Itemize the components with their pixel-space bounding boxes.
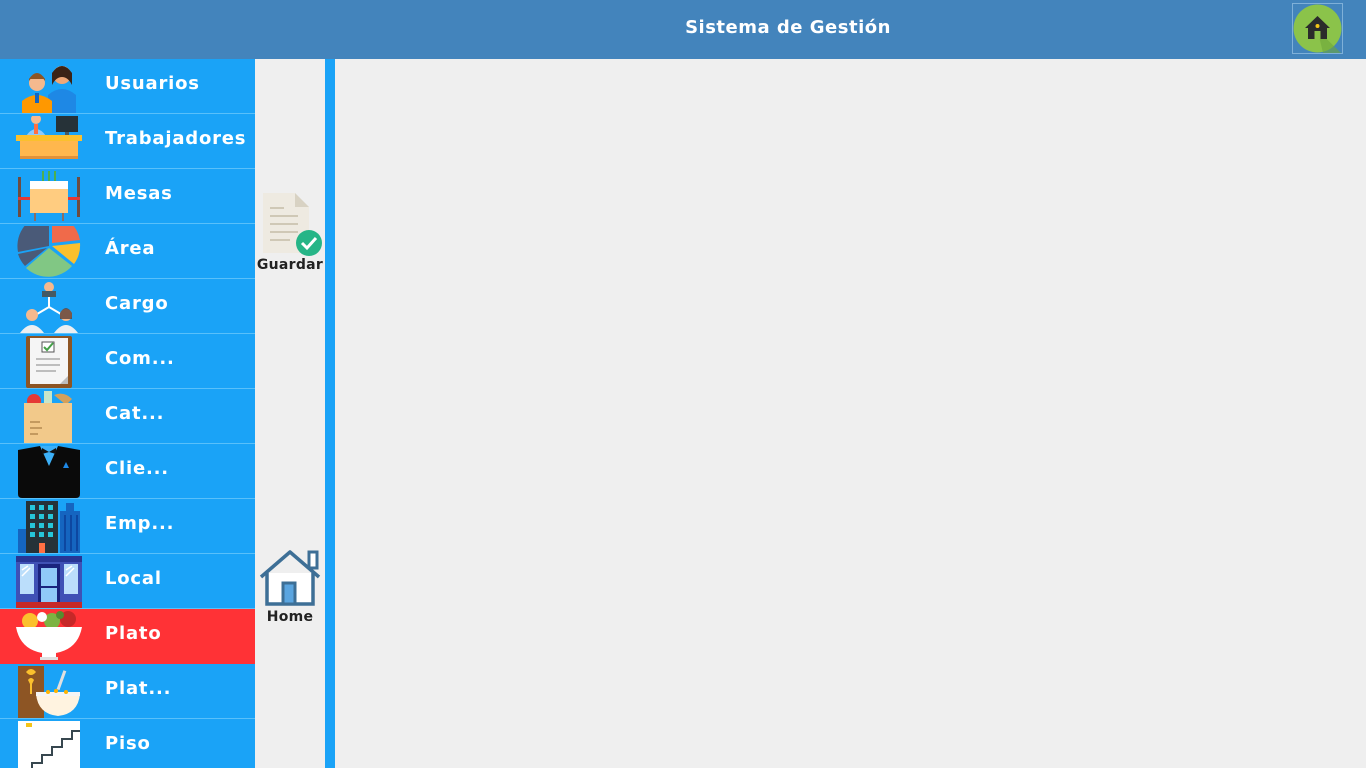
sidebar-item-emp[interactable]: Emp... <box>0 499 255 554</box>
sidebar-item-label: Com... <box>105 348 175 369</box>
sidebar-item-label: Clie... <box>105 458 169 479</box>
home-icon <box>1293 4 1342 53</box>
save-button-label: Guardar <box>256 257 324 273</box>
buildings-icon <box>18 501 80 553</box>
home-button[interactable]: Home <box>255 549 325 625</box>
sidebar-item-label: Trabajadores <box>105 128 247 149</box>
document-check-icon <box>263 193 322 256</box>
sidebar-item-label: Usuarios <box>105 73 200 94</box>
cereal-bowl-icon <box>18 666 80 718</box>
sidebar-item-mesas[interactable]: Mesas <box>0 169 255 224</box>
sidebar-item-label: Mesas <box>105 183 173 204</box>
sidebar-item-cat[interactable]: Cat... <box>0 389 255 444</box>
sidebar-item-label: Emp... <box>105 513 175 534</box>
sidebar-item-plat[interactable]: Plat... <box>0 664 255 719</box>
sidebar-item-area[interactable]: Área <box>0 224 255 279</box>
panel-divider <box>325 59 335 768</box>
sidebar-item-local[interactable]: Local <box>0 554 255 609</box>
sidebar-item-label: Local <box>105 568 162 589</box>
sidebar-item-label: Plat... <box>105 678 172 699</box>
clipboard-icon <box>26 336 72 388</box>
sidebar-item-label: Cargo <box>105 293 169 314</box>
desk-worker-icon <box>16 116 82 159</box>
app-title: Sistema de Gestión <box>685 17 891 38</box>
sidebar-item-com[interactable]: Com... <box>0 334 255 389</box>
dining-table-icon <box>18 171 80 221</box>
grocery-bag-icon <box>24 391 72 443</box>
sidebar-item-piso[interactable]: Piso <box>0 719 255 768</box>
sidebar-item-label: Área <box>105 238 156 259</box>
header-home-button[interactable] <box>1292 3 1343 54</box>
sidebar-item-trabajadores[interactable]: Trabajadores <box>0 114 255 169</box>
sidebar-menu: Usuarios Trabajadores Mesas Área Cargo C… <box>0 59 255 768</box>
salad-bowl-icon <box>16 611 82 660</box>
sidebar-item-label: Cat... <box>105 403 165 424</box>
tuxedo-icon <box>18 446 80 498</box>
stairs-icon <box>18 721 80 768</box>
home-button-label: Home <box>266 609 314 625</box>
sidebar-item-usuarios[interactable]: Usuarios <box>0 59 255 114</box>
sidebar-item-label: Plato <box>105 623 162 644</box>
pie-chart-icon <box>17 226 81 277</box>
house-icon <box>259 550 321 606</box>
action-toolbar: Guardar Home <box>255 59 325 768</box>
sidebar-item-cargo[interactable]: Cargo <box>0 279 255 334</box>
save-button[interactable]: Guardar <box>255 191 325 273</box>
org-chart-icon <box>20 282 78 333</box>
app-header: Sistema de Gestión <box>0 0 1366 59</box>
main-content-area <box>335 59 1366 768</box>
sidebar-item-clie[interactable]: Clie... <box>0 444 255 499</box>
storefront-icon <box>16 556 82 608</box>
users-icon <box>22 66 76 113</box>
sidebar-item-label: Piso <box>105 733 151 754</box>
sidebar-item-plato[interactable]: Plato <box>0 609 255 664</box>
